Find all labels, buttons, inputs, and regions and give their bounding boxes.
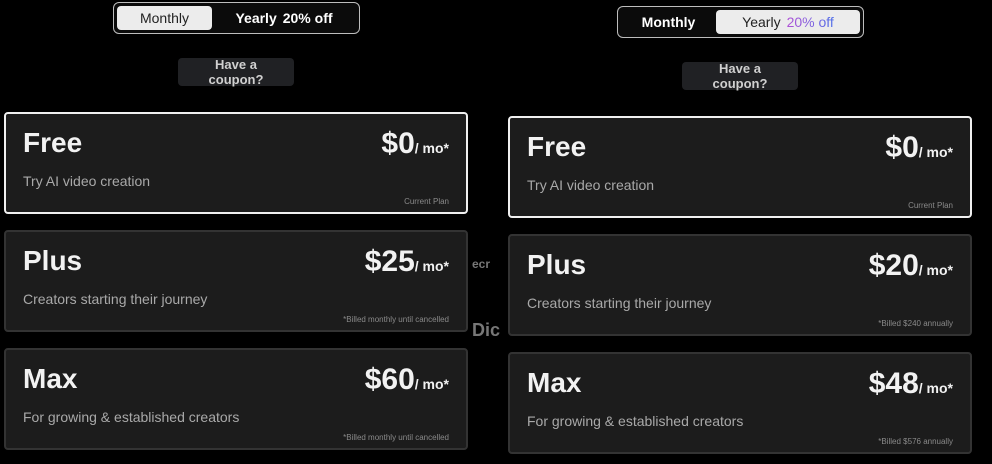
price-period: / mo* — [414, 376, 449, 392]
plan-card-max[interactable]: Max For growing & established creators $… — [4, 348, 468, 450]
yearly-option[interactable]: Yearly 20% off — [716, 10, 860, 34]
price-amount: $0 — [381, 127, 415, 160]
price-period: / mo* — [918, 144, 953, 160]
coupon-button[interactable]: Have a coupon? — [682, 61, 798, 91]
plan-note: Current Plan — [404, 197, 449, 206]
plan-name: Max — [23, 363, 78, 394]
plan-price: $60/ mo* — [365, 363, 449, 397]
yearly-label: Yearly — [235, 10, 277, 26]
plan-note: *Billed $576 annually — [878, 437, 953, 446]
price-amount: $20 — [868, 249, 919, 282]
plan-card-max[interactable]: Max For growing & established creators $… — [508, 352, 972, 454]
pricing-panel-monthly: Monthly Yearly 20% off Have a coupon? Fr… — [0, 0, 488, 464]
price-amount: $60 — [364, 363, 415, 396]
monthly-option[interactable]: Monthly — [117, 6, 212, 30]
plan-price: $0/ mo* — [885, 131, 953, 165]
yearly-label: Yearly — [742, 14, 781, 30]
plan-card-free[interactable]: Free Try AI video creation $0/ mo* Curre… — [4, 112, 468, 214]
discount-label: 20% off — [282, 10, 333, 26]
yearly-option[interactable]: Yearly 20% off — [212, 6, 356, 30]
plan-description: For growing & established creators — [23, 409, 240, 425]
plan-description: Creators starting their journey — [23, 291, 208, 307]
price-period: / mo* — [918, 380, 953, 396]
billing-toggle: Monthly Yearly 20% off — [617, 6, 864, 38]
pricing-panel-yearly: Monthly Yearly 20% off Have a coupon? Fr… — [504, 0, 992, 464]
plan-description: Try AI video creation — [527, 177, 655, 193]
plan-note: *Billed monthly until cancelled — [343, 315, 449, 324]
plan-price: $48/ mo* — [869, 367, 953, 401]
plan-card-free[interactable]: Free Try AI video creation $0/ mo* Curre… — [508, 116, 972, 218]
plan-note: *Billed monthly until cancelled — [343, 433, 449, 442]
plan-name: Free — [527, 131, 587, 162]
plan-description: Try AI video creation — [23, 173, 151, 189]
price-amount: $25 — [364, 245, 415, 278]
plan-price: $0/ mo* — [381, 127, 449, 161]
price-period: / mo* — [414, 140, 449, 156]
coupon-button[interactable]: Have a coupon? — [178, 57, 294, 87]
plan-name: Free — [23, 127, 83, 158]
discount-label: 20% off — [786, 14, 834, 30]
plan-price: $25/ mo* — [365, 245, 449, 279]
plan-note: *Billed $240 annually — [878, 319, 953, 328]
plan-name: Max — [527, 367, 582, 398]
plan-description: For growing & established creators — [527, 413, 744, 429]
plan-description: Creators starting their journey — [527, 295, 712, 311]
price-amount: $0 — [885, 131, 919, 164]
billing-toggle: Monthly Yearly 20% off — [113, 2, 360, 34]
price-amount: $48 — [868, 367, 919, 400]
monthly-option[interactable]: Monthly — [621, 10, 716, 34]
price-period: / mo* — [414, 258, 449, 274]
price-period: / mo* — [918, 262, 953, 278]
plan-card-plus[interactable]: Plus Creators starting their journey $20… — [508, 234, 972, 336]
plan-name: Plus — [527, 249, 587, 280]
plan-card-plus[interactable]: Plus Creators starting their journey $25… — [4, 230, 468, 332]
plan-note: Current Plan — [908, 201, 953, 210]
plan-price: $20/ mo* — [869, 249, 953, 283]
plan-name: Plus — [23, 245, 83, 276]
